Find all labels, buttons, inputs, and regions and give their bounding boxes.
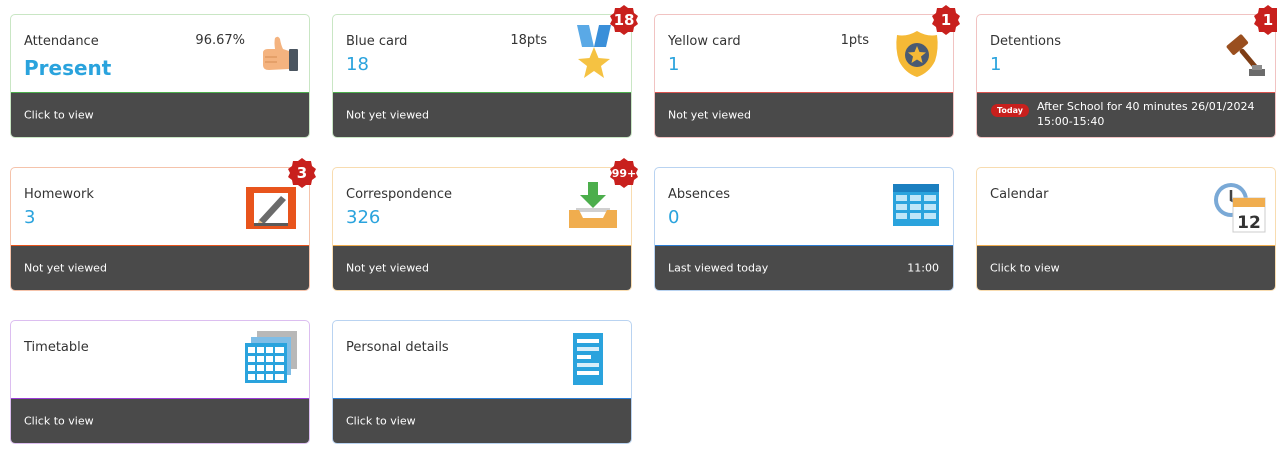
tile-title: Yellow card [668,34,741,49]
badge-count: 18 [613,11,635,29]
inbox-icon [567,180,619,234]
homework-icon [245,186,299,236]
tile-footer: Not yet viewed [668,108,751,122]
tile-title: Personal details [346,340,449,355]
tile-footer: Click to view [24,108,94,122]
attendance-tile[interactable]: Attendance Present 96.67% Click to view [10,14,310,138]
tile-title: Calendar [990,187,1049,202]
timetable-tile[interactable]: Timetable Click to view [10,320,310,444]
tile-aux: 1pts [840,33,869,48]
tile-title: Correspondence [346,187,453,202]
tile-stat: 3 [24,207,36,228]
tile-aux: 18pts [510,33,547,48]
notification-badge: 1 [931,5,961,35]
notification-badge: 18 [609,5,639,35]
today-tag: Today [991,104,1029,117]
tile-stat: 18 [346,54,369,75]
correspondence-tile[interactable]: Correspondence 326 99+ Not yet viewed [332,158,638,291]
tile-aux: 96.67% [195,33,245,48]
notification-badge: 3 [287,158,317,188]
timetable-icon [245,331,299,389]
tile-footer: Not yet viewed [24,261,107,275]
tile-stat: 1 [990,54,1002,75]
tile-title: Detentions [990,34,1062,49]
yellow-card-tile[interactable]: Yellow card 1 1pts 1 Not yet viewed [654,5,960,138]
badge-count: 3 [296,164,308,182]
tile-footer: Not yet viewed [346,261,429,275]
tile-title: Blue card [346,34,408,49]
badge-count: 1 [1262,11,1274,29]
tile-stat: 0 [668,207,680,228]
tile-footer: Last viewed today [668,261,769,275]
personal-details-tile[interactable]: Personal details Click to view [332,320,632,444]
tile-footer: Click to view [24,414,94,428]
calendar-clock-icon: 12 [1211,180,1267,238]
tile-footer: Click to view [990,261,1060,275]
tile-title: Absences [668,187,731,202]
tile-footer: Not yet viewed [346,108,429,122]
tile-footer: Click to view [346,414,416,428]
thumbs-up-icon [259,35,301,79]
homework-tile[interactable]: Homework 3 3 Not yet viewed [10,158,316,291]
gavel-icon [1221,31,1269,83]
absences-tile[interactable]: Absences 0 Last viewed today 11:00 [654,167,954,291]
notification-badge: 99+ [609,158,639,188]
footer-time: 11:00 [907,261,939,275]
notification-badge: 1 [1253,5,1277,35]
badge-count: 1 [940,11,952,29]
tile-footer: After School for 40 minutes 26/01/2024 1… [1037,100,1255,128]
detentions-tile[interactable]: Detentions 1 1 Today After School for 40… [976,5,1277,138]
tile-stat: 326 [346,207,381,228]
tile-title: Timetable [24,340,89,355]
calendar-day: 12 [1237,213,1261,233]
tile-title: Attendance [24,34,99,49]
blue-card-tile[interactable]: Blue card 18 18pts 18 Not yet viewed [332,5,638,138]
calendar-tile[interactable]: Calendar 12 Click to view [976,167,1276,291]
table-icon [893,184,939,230]
police-badge-icon [893,29,941,83]
tile-stat: Present [24,56,112,80]
badge-count: 99+ [611,167,637,180]
tile-title: Homework [24,187,94,202]
document-icon [573,333,603,389]
tile-stat: 1 [668,54,680,75]
